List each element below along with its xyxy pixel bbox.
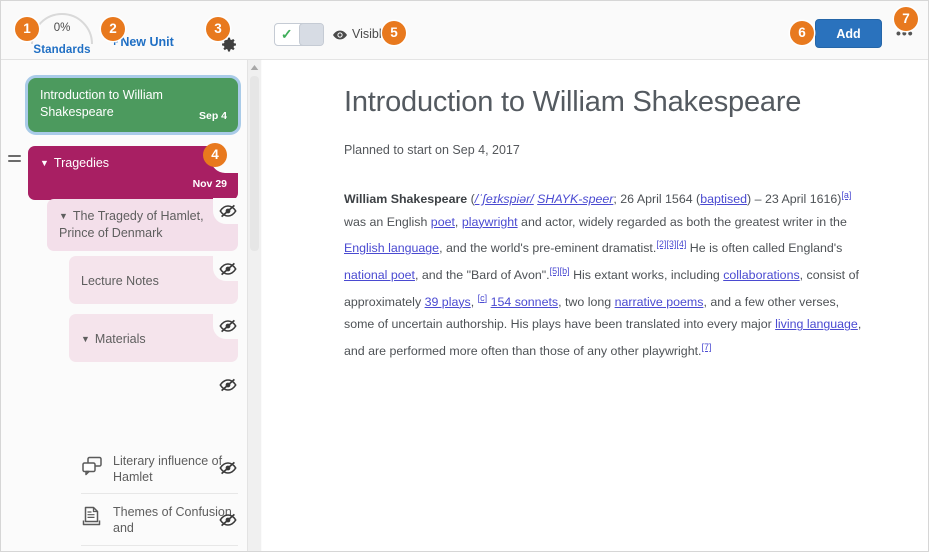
tree-node-materials-label: Materials [94, 332, 146, 346]
eye-icon [332, 28, 348, 40]
reference-a[interactable]: [a] [841, 190, 851, 200]
narrative-poems-link[interactable]: narrative poems [615, 295, 704, 309]
discussion-icon [81, 456, 107, 481]
tree-node-lecture-notes-label: Lecture Notes [81, 274, 159, 288]
sidebar-scrollbar[interactable] [247, 60, 261, 551]
new-unit-label: New Unit [120, 35, 174, 49]
callout-badge-1: 1 [15, 17, 39, 41]
list-item[interactable]: Literary influence of Hamlet [81, 444, 238, 494]
chevron-down-icon[interactable]: ▼ [81, 331, 90, 348]
tree-node-lecture-notes[interactable]: Lecture Notes [69, 255, 239, 304]
eye-slash-icon[interactable] [219, 319, 237, 333]
subject-name: William Shakespeare [344, 192, 468, 207]
standards-gauge-arc: 0% [31, 13, 93, 44]
text-2: , [454, 214, 462, 229]
reference-c[interactable]: [c] [478, 293, 488, 303]
tree-node-subtopic[interactable]: ▼ The Tragedy of Hamlet, Prince of Denmar… [47, 198, 239, 251]
tree-node-unit-date: Sep 4 [198, 110, 227, 122]
eye-slash-icon[interactable] [219, 262, 237, 276]
tree-node-topic-title: ▼ Tragedies [40, 155, 226, 172]
text-6: , and the "Bard of Avon". [414, 268, 550, 283]
text-open-paren: ( [467, 192, 475, 207]
unit-tree-scroll-area[interactable]: Introduction to William Shakespeare Sep … [1, 60, 262, 551]
reference-234[interactable]: [2][3][4] [656, 239, 686, 249]
reference-7[interactable]: [7] [701, 342, 711, 352]
add-button[interactable]: Add [815, 19, 882, 48]
toggle-check-icon: ✓ [280, 26, 293, 42]
list-item[interactable]: Themes of Confusion and [81, 494, 238, 546]
callout-badge-6: 6 [790, 21, 814, 45]
callout-badge-4: 4 [203, 143, 227, 167]
visible-toggle[interactable]: ✓ [274, 23, 324, 46]
eye-slash-icon[interactable] [219, 378, 237, 392]
text-4: , and the world's pre-eminent dramatist. [439, 241, 657, 256]
app-window: 0% Standards + New Unit 1 2 3 Introducti… [0, 0, 929, 552]
text-dates-1: ; 26 April 1564 ( [613, 192, 701, 207]
reference-5b[interactable]: [5][b] [550, 266, 570, 276]
tree-node-topic-date: Nov 29 [192, 178, 227, 190]
playwright-link[interactable]: playwright [462, 215, 518, 229]
chevron-down-icon[interactable]: ▼ [59, 208, 68, 225]
unit-tree-panel: 0% Standards + New Unit 1 2 3 Introducti… [1, 1, 262, 551]
tree-node-unit-box[interactable]: Introduction to William Shakespeare Sep … [28, 78, 238, 132]
sonnets-link[interactable]: 154 sonnets [491, 295, 559, 309]
eye-slash-icon[interactable] [219, 204, 237, 218]
tree-node-unit-title: Introduction to William Shakespeare [40, 88, 163, 119]
planned-start-text: Planned to start on Sep 4, 2017 [344, 143, 520, 157]
text-9: , [470, 294, 478, 309]
plays-link[interactable]: 39 plays [425, 295, 471, 309]
baptised-link[interactable]: baptised [700, 192, 747, 206]
text-dates-2: ) – 23 April 1616) [747, 192, 842, 207]
page-title: Introduction to William Shakespeare [344, 86, 802, 118]
tree-node-materials[interactable]: ▼ Materials [69, 313, 239, 362]
main-toolbar: ✓ Visible Add ••• [262, 1, 928, 60]
standards-label: Standards [33, 44, 91, 56]
national-poet-link[interactable]: national poet [344, 268, 415, 282]
main-panel: ✓ Visible Add ••• 5 Introduction to Will… [262, 1, 928, 551]
text-7: His extant works, including [569, 268, 724, 283]
text-11: , two long [558, 294, 615, 309]
scroll-up-icon[interactable] [248, 60, 261, 74]
tree-node-subtopic-box[interactable]: ▼ The Tragedy of Hamlet, Prince of Denmar… [47, 198, 239, 251]
ipa-link[interactable]: /ˈʃeɪkspiər/ [475, 192, 534, 206]
assignment-icon [81, 506, 107, 533]
english-language-link[interactable]: English language [344, 241, 439, 255]
living-language-link[interactable]: living language [775, 317, 858, 331]
content-area: Introduction to William Shakespeare Plan… [262, 61, 928, 551]
tree-node-unit[interactable]: Introduction to William Shakespeare Sep … [28, 78, 238, 132]
tree-node-lecture-notes-box[interactable]: Lecture Notes [69, 255, 239, 304]
standards-percent: 0% [53, 22, 71, 34]
callout-badge-7: 7 [894, 7, 918, 31]
tree-node-subtopic-label: The Tragedy of Hamlet, Prince of Denmark [59, 209, 204, 240]
callout-badge-3: 3 [206, 17, 230, 41]
eye-slash-icon[interactable] [219, 513, 237, 527]
collaborations-link[interactable]: collaborations [723, 268, 799, 282]
tree-node-topic-label: Tragedies [53, 156, 110, 170]
toggle-knob[interactable] [298, 24, 323, 45]
callout-badge-5: 5 [382, 21, 406, 45]
poet-link[interactable]: poet [431, 215, 455, 229]
callout-badge-2: 2 [101, 17, 125, 41]
chevron-down-icon[interactable]: ▼ [40, 155, 49, 172]
text-3: and actor, widely regarded as both the g… [517, 214, 847, 229]
article-paragraph: William Shakespeare (/ˈʃeɪkspiər/ SHAYK-… [344, 184, 870, 363]
respelling-link[interactable]: SHAYK-speer [537, 192, 613, 206]
text-1: was an English [344, 214, 431, 229]
drag-handle-icon[interactable] [8, 155, 21, 167]
text-5: He is often called England's [686, 241, 843, 256]
tree-node-materials-box[interactable]: ▼ Materials [69, 313, 239, 362]
sidebar-scrollbar-thumb[interactable] [250, 76, 259, 251]
eye-slash-icon[interactable] [219, 461, 237, 475]
